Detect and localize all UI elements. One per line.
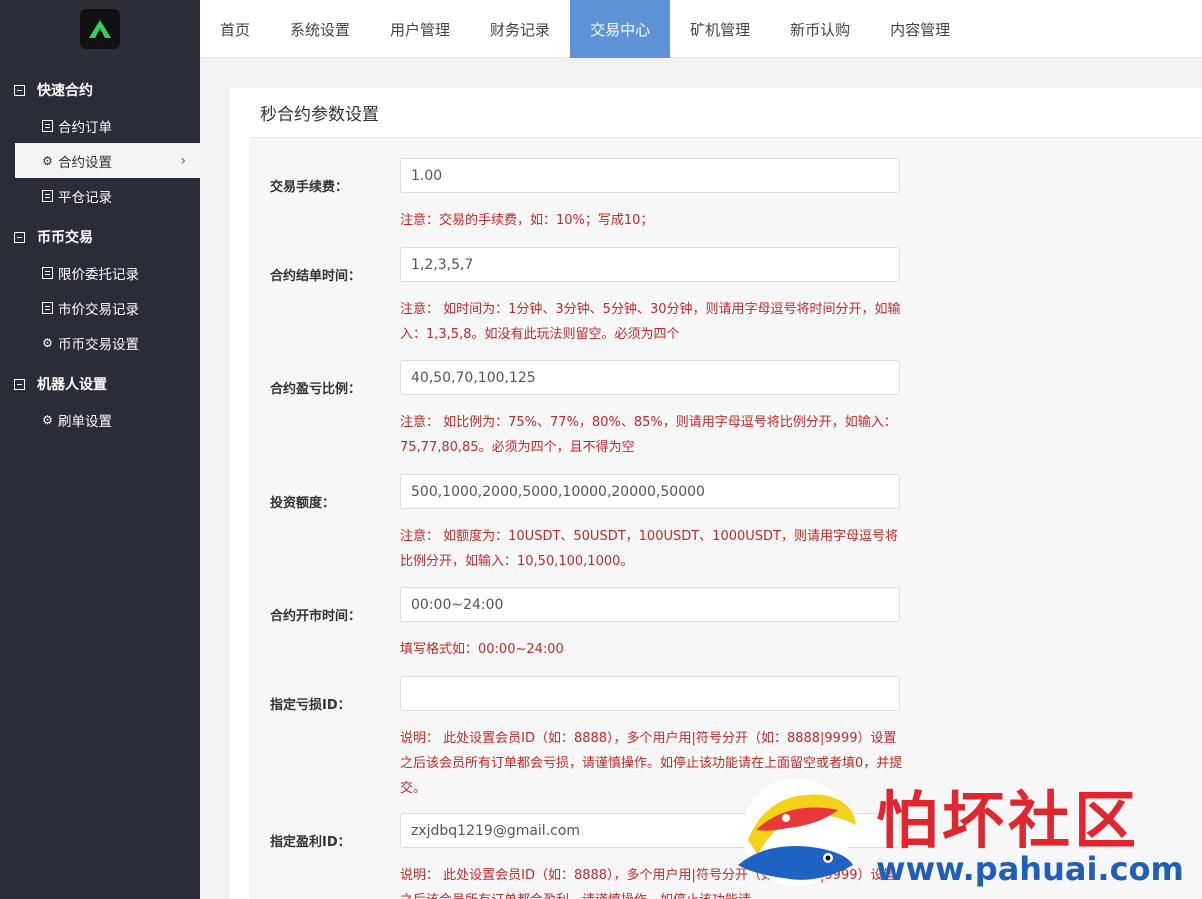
group-label: 机器人设置 [37,377,107,393]
gear-icon: ⚙ [42,335,53,350]
market-hours-input[interactable]: 00:00~24:00 [400,587,900,622]
tab-user-management[interactable]: 用户管理 [370,0,470,58]
document-icon [41,266,54,279]
nav-group-coin: 币币交易 限价委托记录 市价交易记录 ⚙ 币币交易设置 [0,219,200,360]
sidebar-item-label: 合约订单 [58,119,112,136]
watermark-title: 怕坏社区 [876,784,1141,857]
field-label-fee: 交易手续费： [270,180,349,195]
sidebar-item-label: 币币交易设置 [58,336,139,353]
fee-note: 注意：交易的手续费，如：10%；写成10； [400,213,654,228]
nav-group-robot: 机器人设置 ⚙ 刷单设置 [0,366,200,437]
nav-group-contract: 快速合约 合约订单 ⚙ 合约设置 › 平仓记录 [0,72,200,213]
profit-ratio-input[interactable]: 40,50,70,100,125 [400,360,900,395]
group-label: 币币交易 [37,230,93,246]
sidebar-item-limit-orders[interactable]: 限价委托记录 [0,255,200,290]
sidebar-item-bot-settings[interactable]: ⚙ 刷单设置 [0,402,200,437]
group-label: 快速合约 [37,83,93,99]
group-title-coin[interactable]: 币币交易 [0,219,200,255]
group-title-contract[interactable]: 快速合约 [0,72,200,108]
tab-trading-center[interactable]: 交易中心 [570,0,671,58]
tab-content-management[interactable]: 内容管理 [870,0,970,58]
settle-time-input[interactable]: 1,2,3,5,7 [400,247,900,282]
document-icon [41,301,54,314]
sidebar-item-contract-settings[interactable]: ⚙ 合约设置 › [15,143,200,178]
group-title-robot[interactable]: 机器人设置 [0,366,200,402]
sidebar-item-label: 平仓记录 [58,189,112,206]
field-label-invest-amount: 投资额度： [270,496,336,511]
sidebar-item-label: 刷单设置 [58,413,112,430]
sidebar-item-close-records[interactable]: 平仓记录 [0,178,200,213]
sidebar-item-label: 市价交易记录 [58,301,139,318]
watermark-url: www.pahuai.com [876,850,1184,888]
fish-logo-icon [738,778,856,886]
field-label-settle-time: 合约结单时间： [270,269,362,284]
profit-ratio-note: 注意： 如比例为：75%、77%，80%、85%，则请用字母逗号将比例分开，如输… [400,415,897,455]
document-icon [41,189,54,202]
invest-amount-note: 注意： 如额度为：10USDT、50USDT，100USDT、1000USDT，… [400,529,898,569]
document-icon [41,119,54,132]
field-label-loss-id: 指定亏损ID： [270,698,351,713]
app-logo[interactable] [80,9,120,49]
sidebar-item-coin-settings[interactable]: ⚙ 币币交易设置 [0,325,200,360]
gear-icon: ⚙ [42,412,53,427]
sidebar-item-label: 合约设置 [58,154,112,171]
field-label-market-hours: 合约开市时间： [270,609,362,624]
market-hours-note: 填写格式如：00:00~24:00 [400,642,564,657]
sidebar: 快速合约 合约订单 ⚙ 合约设置 › 平仓记录 币币交易 限价委托记录 市价交易… [0,0,200,899]
collapse-icon [14,378,25,390]
tab-finance-records[interactable]: 财务记录 [470,0,570,58]
fee-input[interactable]: 1.00 [400,158,900,193]
sidebar-item-market-records[interactable]: 市价交易记录 [0,290,200,325]
collapse-icon [14,231,25,243]
tab-miner-management[interactable]: 矿机管理 [670,0,770,58]
watermark: 怕坏社区 www.pahuai.com [728,764,1202,899]
tab-new-coin-subscription[interactable]: 新币认购 [770,0,870,58]
sidebar-item-label: 限价委托记录 [58,266,139,283]
settle-time-note: 注意： 如时间为：1分钟、3分钟、5分钟、30分钟，则请用字母逗号将时间分开，如… [400,302,901,342]
gear-icon: ⚙ [42,153,53,168]
chevron-right-icon: › [180,152,186,169]
sidebar-item-contract-orders[interactable]: 合约订单 [0,108,200,143]
collapse-icon [14,84,25,96]
invest-amount-input[interactable]: 500,1000,2000,5000,10000,20000,50000 [400,474,900,509]
field-label-profit-id: 指定盈利ID： [270,835,351,850]
page-title: 秒合约参数设置 [250,88,1202,138]
field-label-profit-ratio: 合约盈亏比例： [270,382,362,397]
top-nav: 首页 系统设置 用户管理 财务记录 交易中心 矿机管理 新币认购 内容管理 [200,0,1202,58]
tab-home[interactable]: 首页 [200,0,270,58]
loss-id-input[interactable] [400,676,900,711]
tab-system-settings[interactable]: 系统设置 [270,0,370,58]
logo-area [0,0,200,58]
logo-icon [89,20,111,38]
